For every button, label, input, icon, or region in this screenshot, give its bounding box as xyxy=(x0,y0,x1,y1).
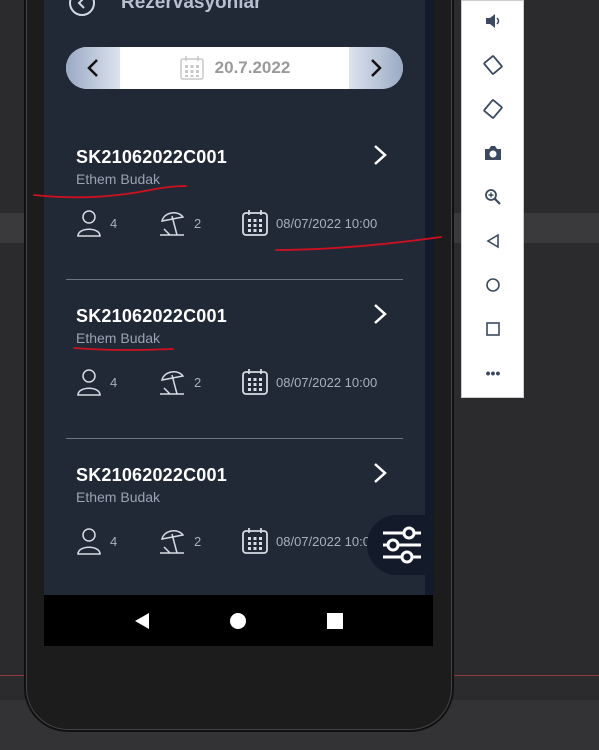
camera-icon[interactable] xyxy=(482,142,504,164)
adult-count: 4 xyxy=(76,368,117,396)
rotate-right-icon[interactable] xyxy=(482,98,504,120)
reservation-card[interactable]: SK21062022C001 Ethem Budak 4 2 08/07/202… xyxy=(66,438,403,597)
calendar-icon xyxy=(179,56,204,80)
adult-count-value: 4 xyxy=(110,215,118,231)
reservation-code: SK21062022C001 xyxy=(76,306,227,326)
guest-name: Ethem Budak xyxy=(76,489,161,505)
next-date-button[interactable] xyxy=(349,47,403,89)
more-icon[interactable]: ••• xyxy=(482,362,504,384)
chevron-left-icon xyxy=(87,59,98,77)
selected-date: 20.7.2022 xyxy=(214,58,291,77)
home-icon[interactable] xyxy=(482,274,504,296)
prev-date-button[interactable] xyxy=(66,47,120,89)
reservation-datetime-value: 08/07/2022 10:00 xyxy=(276,533,378,549)
umbrella-count-value: 2 xyxy=(194,533,202,549)
adult-count-value: 4 xyxy=(110,374,118,390)
reservation-datetime: 08/07/2022 10:00 xyxy=(242,368,377,396)
umbrella-count: 2 xyxy=(158,368,201,396)
umbrella-count: 2 xyxy=(158,209,201,237)
nav-home-icon[interactable] xyxy=(229,612,247,630)
beach-umbrella-icon xyxy=(160,530,185,554)
calendar-icon xyxy=(242,528,268,554)
calendar-icon xyxy=(242,210,268,236)
umbrella-count-value: 2 xyxy=(194,215,202,231)
volume-icon[interactable] xyxy=(482,10,504,32)
chevron-right-icon xyxy=(371,59,382,77)
app-header: Rezervasyonlar xyxy=(69,0,261,16)
nav-back-icon[interactable] xyxy=(133,612,151,630)
android-nav-bar xyxy=(44,595,433,646)
back-button[interactable] xyxy=(69,0,95,16)
emulator-toolbar: ••• xyxy=(461,0,524,398)
reservation-datetime-value: 08/07/2022 10:00 xyxy=(276,374,378,390)
guest-name: Ethem Budak xyxy=(76,171,161,187)
chevron-right-icon[interactable] xyxy=(369,303,391,325)
person-icon xyxy=(77,369,101,396)
reservation-card[interactable]: SK21062022C001 Ethem Budak 4 2 08/07/202… xyxy=(66,279,403,438)
chevron-left-icon xyxy=(77,0,85,9)
zoom-icon[interactable] xyxy=(482,186,504,208)
filter-button[interactable] xyxy=(367,515,433,575)
umbrella-count-value: 2 xyxy=(194,374,202,390)
nav-recents-icon[interactable] xyxy=(326,612,344,630)
guest-name: Ethem Budak xyxy=(76,330,161,346)
reservation-code: SK21062022C001 xyxy=(76,465,227,485)
person-icon xyxy=(77,528,101,555)
adult-count: 4 xyxy=(76,209,117,237)
chevron-right-icon[interactable] xyxy=(369,144,391,166)
reservation-datetime: 08/07/2022 10:00 xyxy=(242,209,377,237)
adult-count-value: 4 xyxy=(110,533,118,549)
beach-umbrella-icon xyxy=(160,371,185,395)
person-icon xyxy=(77,210,101,237)
rotate-left-icon[interactable] xyxy=(482,54,504,76)
chevron-right-icon[interactable] xyxy=(369,462,391,484)
date-picker: 20.7.2022 xyxy=(66,47,403,89)
umbrella-count: 2 xyxy=(158,527,201,555)
back-icon[interactable] xyxy=(482,230,504,252)
reservation-datetime-value: 08/07/2022 10:00 xyxy=(276,215,378,231)
sliders-icon xyxy=(383,526,421,564)
date-display[interactable]: 20.7.2022 xyxy=(120,47,349,89)
screen-edge-rail xyxy=(425,0,433,595)
beach-umbrella-icon xyxy=(160,212,185,236)
calendar-icon xyxy=(242,369,268,395)
reservation-datetime: 08/07/2022 10:00 xyxy=(242,527,377,555)
adult-count: 4 xyxy=(76,527,117,555)
reservation-code: SK21062022C001 xyxy=(76,147,227,167)
reservation-card[interactable]: SK21062022C001 Ethem Budak 4 2 08/07/202… xyxy=(66,120,403,279)
overview-icon[interactable] xyxy=(482,318,504,340)
page-title: Rezervasyonlar xyxy=(121,0,262,13)
